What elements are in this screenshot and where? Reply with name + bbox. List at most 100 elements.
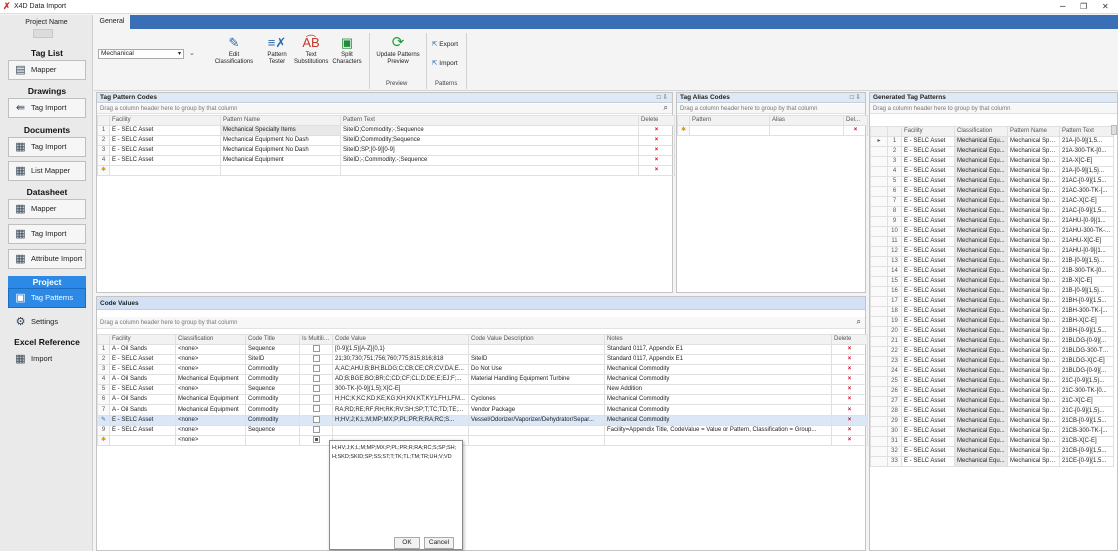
cell-facility[interactable]: E - SELC Asset	[901, 296, 955, 307]
header-facility[interactable]: Facility	[901, 126, 955, 137]
cell-pattern-name[interactable]: Mechanical Specialty Items	[220, 125, 341, 136]
cell-pattern-text[interactable]: 21CB-[0-9]{1,5...	[1059, 446, 1114, 457]
header-is-multiline[interactable]: Is Multiline	[299, 334, 333, 345]
cell-pattern-name[interactable]: Mechanical Spe...	[1007, 416, 1060, 427]
header-facility[interactable]: Facility	[109, 115, 221, 126]
table-row[interactable]: 15 E - SELC Asset Mechanical Equ... Mechani…	[870, 276, 1114, 287]
cell-notes[interactable]: Mechanical Commodity	[604, 364, 832, 376]
cell-classification[interactable]: Mechanical Equ...	[954, 166, 1008, 177]
cell-facility[interactable]: A - Oil Sands	[109, 343, 176, 356]
cell-code-value-description[interactable]: Vendor Package	[468, 404, 605, 416]
table-row[interactable]: 17 E - SELC Asset Mechanical Equ... Mechani…	[870, 296, 1114, 307]
cell-pattern-text[interactable]: 21BLDG-[0-9]{...	[1059, 366, 1114, 377]
cell-code-value[interactable]: A;AC;AHU;B;BH;BLDG;C;CB;CE;CR;CV;DA;E...	[332, 364, 469, 376]
table-row[interactable]: 5E - SELC Asset <none> Sequence 300-TK-[0-9…	[97, 384, 868, 396]
table-row[interactable]: 11 E - SELC Asset Mechanical Equ... Mechani…	[870, 236, 1114, 247]
table-cell[interactable]	[689, 125, 770, 136]
cell-pattern-name[interactable]: Mechanical Equipment No Dash	[220, 135, 341, 146]
table-row[interactable]: 3E - SELC Asset Mechanical Equ... Mechanic…	[870, 156, 1114, 167]
cell-code-value[interactable]: AD;B;BGE;BO;BR;C;CD;CF;CL;D;DE;E;EJ;F;..…	[332, 374, 469, 386]
cell-facility[interactable]	[109, 434, 176, 446]
delete-icon[interactable]: ×	[638, 125, 675, 136]
cell-facility[interactable]: E - SELC Asset	[109, 135, 221, 146]
cell-classification[interactable]: Mechanical Equ...	[954, 456, 1008, 467]
project-name-field[interactable]	[33, 29, 53, 38]
multiline-checkbox[interactable]	[312, 365, 320, 373]
cell-is-multiline[interactable]	[299, 434, 333, 446]
cancel-button[interactable]: Cancel	[424, 537, 454, 549]
cell-classification[interactable]: Mechanical Equ...	[954, 446, 1008, 457]
cell-code-title[interactable]: Commodity	[245, 414, 300, 426]
table-row[interactable]: 4E - SELC Asset Mechanical Equ... Mechanic…	[870, 166, 1114, 177]
cell-classification[interactable]: Mechanical Equ...	[954, 276, 1008, 287]
cell-pattern-name[interactable]: Mechanical Spe...	[1007, 186, 1060, 197]
group-by-area[interactable]: Drag a column header here to group by th…	[677, 104, 865, 114]
cell-pattern-name[interactable]: Mechanical Spe...	[1007, 246, 1060, 257]
cell-pattern-name[interactable]: Mechanical Spe...	[1007, 326, 1060, 337]
table-row[interactable]: 16 E - SELC Asset Mechanical Equ... Mechani…	[870, 286, 1114, 297]
table-row[interactable]: 7A - Oil Sands Mechanical Equipment Commod…	[97, 404, 868, 416]
table-row[interactable]: 6A - Oil Sands Mechanical Equipment Commod…	[97, 394, 868, 406]
delete-icon[interactable]: ×	[831, 414, 868, 426]
cell-classification[interactable]: <none>	[175, 354, 246, 366]
cell-facility[interactable]: E - SELC Asset	[109, 155, 221, 166]
cell-pattern-name[interactable]: Mechanical Spe...	[1007, 316, 1060, 327]
table-row[interactable]: ▸ 1 E - SELC Asset Mechanical Equ... Mechani…	[870, 136, 1114, 147]
cell-code-value-description[interactable]	[468, 384, 605, 396]
cell-classification[interactable]: Mechanical Equ...	[954, 156, 1008, 167]
group-by-area[interactable]: Drag a column header here to group by th…	[97, 317, 865, 329]
cell-facility[interactable]: E - SELC Asset	[901, 226, 955, 237]
cell-code-value-description[interactable]	[468, 343, 605, 356]
delete-icon[interactable]: ×	[831, 384, 868, 396]
cell-facility[interactable]: E - SELC Asset	[109, 364, 176, 376]
multiline-checkbox[interactable]	[312, 375, 320, 383]
header-delete[interactable]: Del...	[843, 115, 868, 126]
table-row[interactable]: 13 E - SELC Asset Mechanical Equ... Mechani…	[870, 256, 1114, 267]
cell-classification[interactable]: <none>	[175, 434, 246, 446]
cell-classification[interactable]: Mechanical Equ...	[954, 426, 1008, 437]
cell-facility[interactable]: E - SELC Asset	[901, 366, 955, 377]
table-row[interactable]: ✎ E - SELC Asset <none> Commodity H;HV;J;K;L…	[97, 414, 868, 426]
table-row[interactable]: 18 E - SELC Asset Mechanical Equ... Mechani…	[870, 306, 1114, 317]
cell-facility[interactable]: E - SELC Asset	[901, 356, 955, 367]
cell-code-value-description[interactable]	[468, 424, 605, 436]
cell-facility[interactable]: A - Oil Sands	[109, 404, 176, 416]
cell-facility[interactable]: E - SELC Asset	[109, 384, 176, 396]
header-alias[interactable]: Alias	[769, 115, 844, 126]
popup-text-line[interactable]: H;SKD;SKID;SP;SS;ST;T;TK;TL;TM;TR;UH;V;V…	[332, 454, 460, 460]
cell-classification[interactable]: Mechanical Equ...	[954, 206, 1008, 217]
cell-pattern-text[interactable]: 21B-X[C-E]	[1059, 276, 1114, 287]
cell-pattern-name[interactable]: Mechanical Spe...	[1007, 296, 1060, 307]
header-pattern[interactable]: Pattern	[689, 115, 770, 126]
cell-pattern-text[interactable]: SiteID;-;Commodity;-;Sequence	[340, 155, 639, 166]
table-row[interactable]: 32 E - SELC Asset Mechanical Equ... Mechani…	[870, 446, 1114, 457]
update-patterns-preview-button[interactable]: ⟳ Update Patterns Preview	[372, 35, 424, 66]
cell-pattern-text[interactable]: 21B-[0-9]{1,5}...	[1059, 256, 1114, 267]
cell-code-value[interactable]	[332, 424, 469, 436]
sidebar-item-tag-list-mapper[interactable]: ▤ Mapper	[8, 60, 86, 80]
cell-classification[interactable]: Mechanical Equ...	[954, 396, 1008, 407]
sidebar-item-excel-import[interactable]: ▦ Import	[8, 349, 86, 369]
ok-button[interactable]: OK	[394, 537, 420, 549]
cell-pattern-name[interactable]: Mechanical Equipment	[220, 155, 341, 166]
cell-is-multiline[interactable]	[299, 414, 333, 426]
cell-is-multiline[interactable]	[299, 374, 333, 386]
cell-facility[interactable]: E - SELC Asset	[109, 414, 176, 426]
cell-classification[interactable]: Mechanical Equ...	[954, 416, 1008, 427]
cell-pattern-text[interactable]: 21BLDG-X[C-E]	[1059, 356, 1114, 367]
cell-pattern-text[interactable]: 21BH-[0-9]{1,5...	[1059, 296, 1114, 307]
cell-facility[interactable]: E - SELC Asset	[901, 176, 955, 187]
delete-icon[interactable]: ×	[638, 145, 675, 156]
pin-icon[interactable]: □ ⇩	[657, 93, 668, 103]
cell-pattern-name[interactable]: Mechanical Spe...	[1007, 276, 1060, 287]
delete-icon[interactable]: ×	[831, 404, 868, 416]
restore-button[interactable]: ❐	[1080, 1, 1087, 13]
cell-classification[interactable]: <none>	[175, 414, 246, 426]
cell-pattern-text[interactable]: SiteID;Commodity;-;Sequence	[340, 125, 639, 136]
cell-pattern-name[interactable]: Mechanical Spe...	[1007, 136, 1060, 147]
cell-pattern-text[interactable]: 21C-[0-9]{1,5}...	[1059, 406, 1114, 417]
cell-pattern-name[interactable]: Mechanical Spe...	[1007, 286, 1060, 297]
group-by-area[interactable]: Drag a column header here to group by th…	[870, 104, 1117, 114]
header-code-value[interactable]: Code Value	[332, 334, 469, 345]
cell-facility[interactable]: E - SELC Asset	[901, 206, 955, 217]
